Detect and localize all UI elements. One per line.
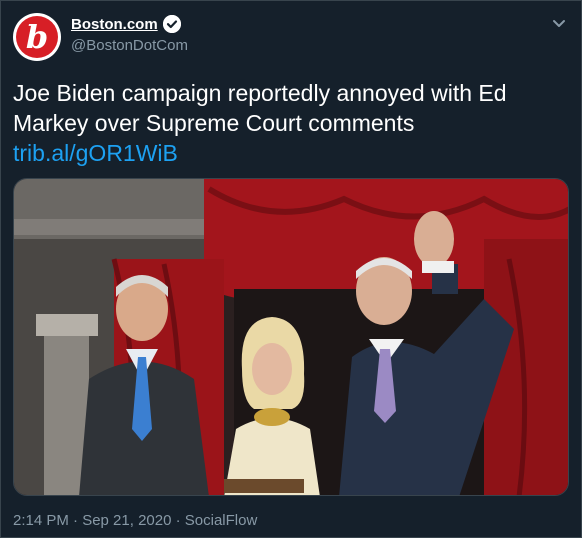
tweet-photo[interactable]: [13, 178, 569, 496]
tweet-timestamp[interactable]: 2:14 PM · Sep 21, 2020: [13, 512, 171, 529]
avatar-letter: b: [25, 18, 49, 56]
meta-separator: ·: [171, 512, 185, 529]
avatar[interactable]: b: [13, 13, 61, 61]
tweet-link[interactable]: trib.al/gOR1WiB: [13, 138, 569, 168]
boston-logo-icon: b: [16, 16, 58, 58]
user-handle[interactable]: @BostonDotCom: [71, 37, 188, 54]
display-name[interactable]: Boston.com: [71, 16, 158, 33]
author-name-row: Boston.com: [71, 15, 181, 33]
tweet-text: Joe Biden campaign reportedly annoyed wi…: [13, 78, 569, 168]
tweet-metadata: 2:14 PM · Sep 21, 2020 · SocialFlow: [13, 512, 257, 529]
verified-badge-icon: [162, 15, 181, 33]
photo-illustration: [14, 179, 568, 495]
tweet-source[interactable]: SocialFlow: [185, 512, 258, 529]
tweet-card[interactable]: b Boston.com @BostonDotCom Joe Biden cam…: [0, 0, 582, 538]
chevron-down-icon[interactable]: [549, 13, 569, 33]
tweet-headline: Joe Biden campaign reportedly annoyed wi…: [13, 80, 507, 136]
